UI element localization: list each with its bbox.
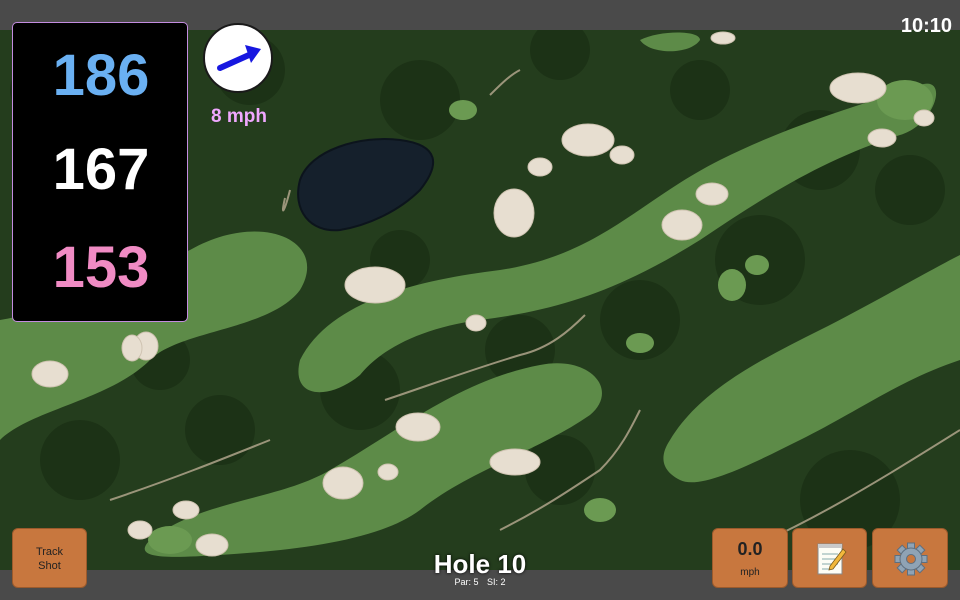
- wind-arrow-icon: [217, 45, 261, 71]
- wind-dial: [203, 23, 273, 93]
- gear-icon: [894, 542, 928, 576]
- track-shot-label-line2: Shot: [38, 560, 61, 572]
- hole-par: Par: 5: [454, 577, 479, 587]
- track-shot-label-line1: Track: [35, 546, 64, 558]
- track-shot-button[interactable]: Track Shot: [12, 528, 87, 588]
- hole-stroke-index: SI: 2: [487, 577, 506, 587]
- swing-speed-button[interactable]: 0.0 mph: [712, 528, 788, 588]
- front-yardage: 153: [52, 235, 150, 300]
- back-yardage: 186: [52, 43, 150, 108]
- yardage-panel: 186 167 153: [12, 22, 188, 322]
- speed-unit: mph: [740, 567, 760, 578]
- wind-speed: 8 mph: [211, 106, 267, 127]
- speed-value: 0.0: [737, 539, 763, 559]
- settings-button[interactable]: [872, 528, 948, 588]
- hole-meta: Par: 5 SI: 2: [380, 577, 580, 587]
- clock: 10:10: [900, 15, 952, 37]
- notepad-icon: [817, 543, 847, 575]
- notes-button[interactable]: [792, 528, 867, 588]
- center-yardage: 167: [52, 137, 150, 202]
- hole-title: Hole 10: [433, 549, 527, 579]
